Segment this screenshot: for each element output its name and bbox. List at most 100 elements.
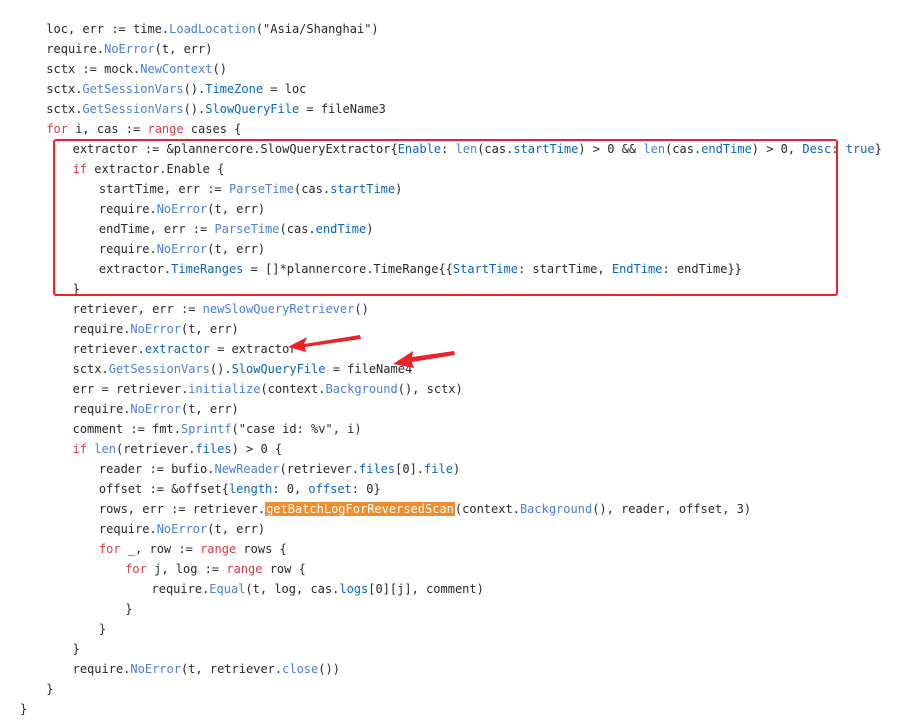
code-token: file — [424, 462, 453, 476]
code-token: ()) — [318, 662, 340, 676]
code-token: j, log := — [146, 562, 227, 576]
code-token: getBatchLogForReversedScan — [265, 502, 455, 516]
code-line: loc, err := time.LoadLocation("Asia/Shan… — [46, 19, 378, 39]
code-token: sctx. — [46, 102, 83, 116]
code-token: startTime, err := — [98, 182, 229, 196]
code-line: rows, err := retriever.getBatchLogForRev… — [99, 499, 751, 519]
code-token: range — [200, 542, 237, 556]
code-token: true — [845, 142, 875, 156]
code-token: } — [125, 602, 133, 616]
code-token: range — [226, 562, 263, 576]
code-token: endTime — [701, 142, 752, 156]
code-line: require.NoError(t, retriever.close()) — [73, 659, 340, 679]
code-token: (retriever. — [115, 442, 196, 456]
code-token: for — [125, 562, 147, 576]
code-token: = fileName3 — [299, 102, 386, 116]
code-token: NoError — [156, 202, 208, 216]
code-line: endTime, err := ParseTime(cas.endTime) — [99, 219, 374, 239]
code-token: TimeZone — [205, 82, 264, 96]
code-token: GetSessionVars — [82, 102, 184, 116]
code-token: newSlowQueryRetriever — [202, 302, 355, 316]
code-token: len — [455, 142, 478, 156]
code-token: _, row := — [120, 542, 201, 556]
code-token: (context. — [454, 502, 520, 516]
code-token: row { — [262, 562, 306, 576]
code-token: extractor.Enable { — [87, 162, 225, 176]
code-token: GetSessionVars — [82, 82, 184, 96]
code-token: : 0, — [272, 482, 309, 496]
code-token: () — [212, 62, 227, 76]
code-token: NewContext — [140, 62, 213, 76]
code-line: require.NoError(t, err) — [99, 199, 265, 219]
code-token: ("Asia/Shanghai") — [255, 22, 379, 36]
code-line: comment := fmt.Sprintf("case id: %v", i) — [73, 419, 362, 439]
code-token: Sprintf — [180, 422, 232, 436]
code-token: NoError — [156, 242, 208, 256]
code-token: require. — [72, 402, 131, 416]
code-token: NewReader — [214, 462, 280, 476]
code-token: [0]. — [395, 462, 425, 476]
code-line: retriever, err := newSlowQueryRetriever(… — [73, 299, 369, 319]
code-line: require.Equal(t, log, cas.logs[0][j], co… — [152, 579, 484, 599]
code-token: ) — [395, 182, 403, 196]
code-token: NoError — [156, 522, 208, 536]
code-token: len — [94, 442, 116, 456]
code-token: : — [441, 142, 456, 156]
code-line: sctx.GetSessionVars().SlowQueryFile = fi… — [46, 99, 386, 119]
code-token: require. — [151, 582, 210, 596]
code-line: retriever.extractor = extractor — [73, 339, 297, 359]
code-token: (), sctx) — [397, 382, 463, 396]
code-token: ParseTime — [228, 182, 294, 196]
code-token: TimeRanges — [171, 262, 244, 276]
code-token: i, cas := — [67, 122, 148, 136]
code-line: } — [73, 279, 80, 299]
code-token: require. — [46, 42, 105, 56]
code-line: if extractor.Enable { — [73, 159, 225, 179]
code-line: } — [125, 599, 132, 619]
code-token: offset := &offset{ — [98, 482, 229, 496]
code-line: } — [20, 699, 27, 719]
code-line: reader := bufio.NewReader(retriever.file… — [99, 459, 460, 479]
code-token: = fileName4 — [325, 362, 413, 376]
code-token: } — [20, 702, 28, 716]
code-token: GetSessionVars — [108, 362, 210, 376]
code-token: (). — [209, 362, 232, 376]
code-token: for — [98, 542, 121, 556]
code-token: ) — [452, 462, 461, 476]
code-token: : endTime}} — [662, 262, 742, 276]
code-token: LoadLocation — [169, 22, 256, 36]
code-token: (t, retriever. — [180, 662, 283, 676]
code-token: = []*plannercore.TimeRange{{ — [243, 262, 453, 276]
code-line: extractor.TimeRanges = []*plannercore.Ti… — [99, 259, 742, 279]
code-token: ) > 0, — [751, 142, 803, 156]
code-token: startTime — [513, 142, 579, 156]
code-token: sctx. — [72, 362, 109, 376]
code-token: (t, log, cas. — [245, 582, 340, 596]
code-token: (t, err) — [154, 42, 213, 56]
code-token: NoError — [130, 322, 181, 336]
code-token: sctx := mock. — [46, 62, 141, 76]
code-token: ) > 0 && — [578, 142, 644, 156]
code-token: rows, err := retriever. — [98, 502, 266, 516]
code-token: ) — [366, 222, 374, 236]
code-token: : — [831, 142, 846, 156]
code-line: sctx.GetSessionVars().TimeZone = loc — [46, 79, 306, 99]
code-token: : 0} — [351, 482, 381, 496]
code-token: = extractor — [209, 342, 297, 356]
code-line: err = retriever.initialize(context.Backg… — [73, 379, 463, 399]
code-token: Enable — [397, 142, 442, 156]
code-token: = loc — [263, 82, 307, 96]
code-token: retriever. — [72, 342, 145, 356]
code-token: initialize — [188, 382, 261, 396]
code-token: if — [72, 442, 88, 456]
code-token: (t, err) — [180, 322, 239, 336]
code-token: } — [98, 622, 107, 636]
code-token: (cas. — [293, 182, 331, 196]
code-token: () — [354, 302, 369, 316]
code-line: startTime, err := ParseTime(cas.startTim… — [99, 179, 402, 199]
code-token: [0][j], comment) — [368, 582, 484, 596]
code-line: for j, log := range row { — [125, 559, 306, 579]
code-token: NoError — [130, 662, 181, 676]
code-token: : startTime, — [517, 262, 612, 276]
code-token: Desc — [802, 142, 832, 156]
